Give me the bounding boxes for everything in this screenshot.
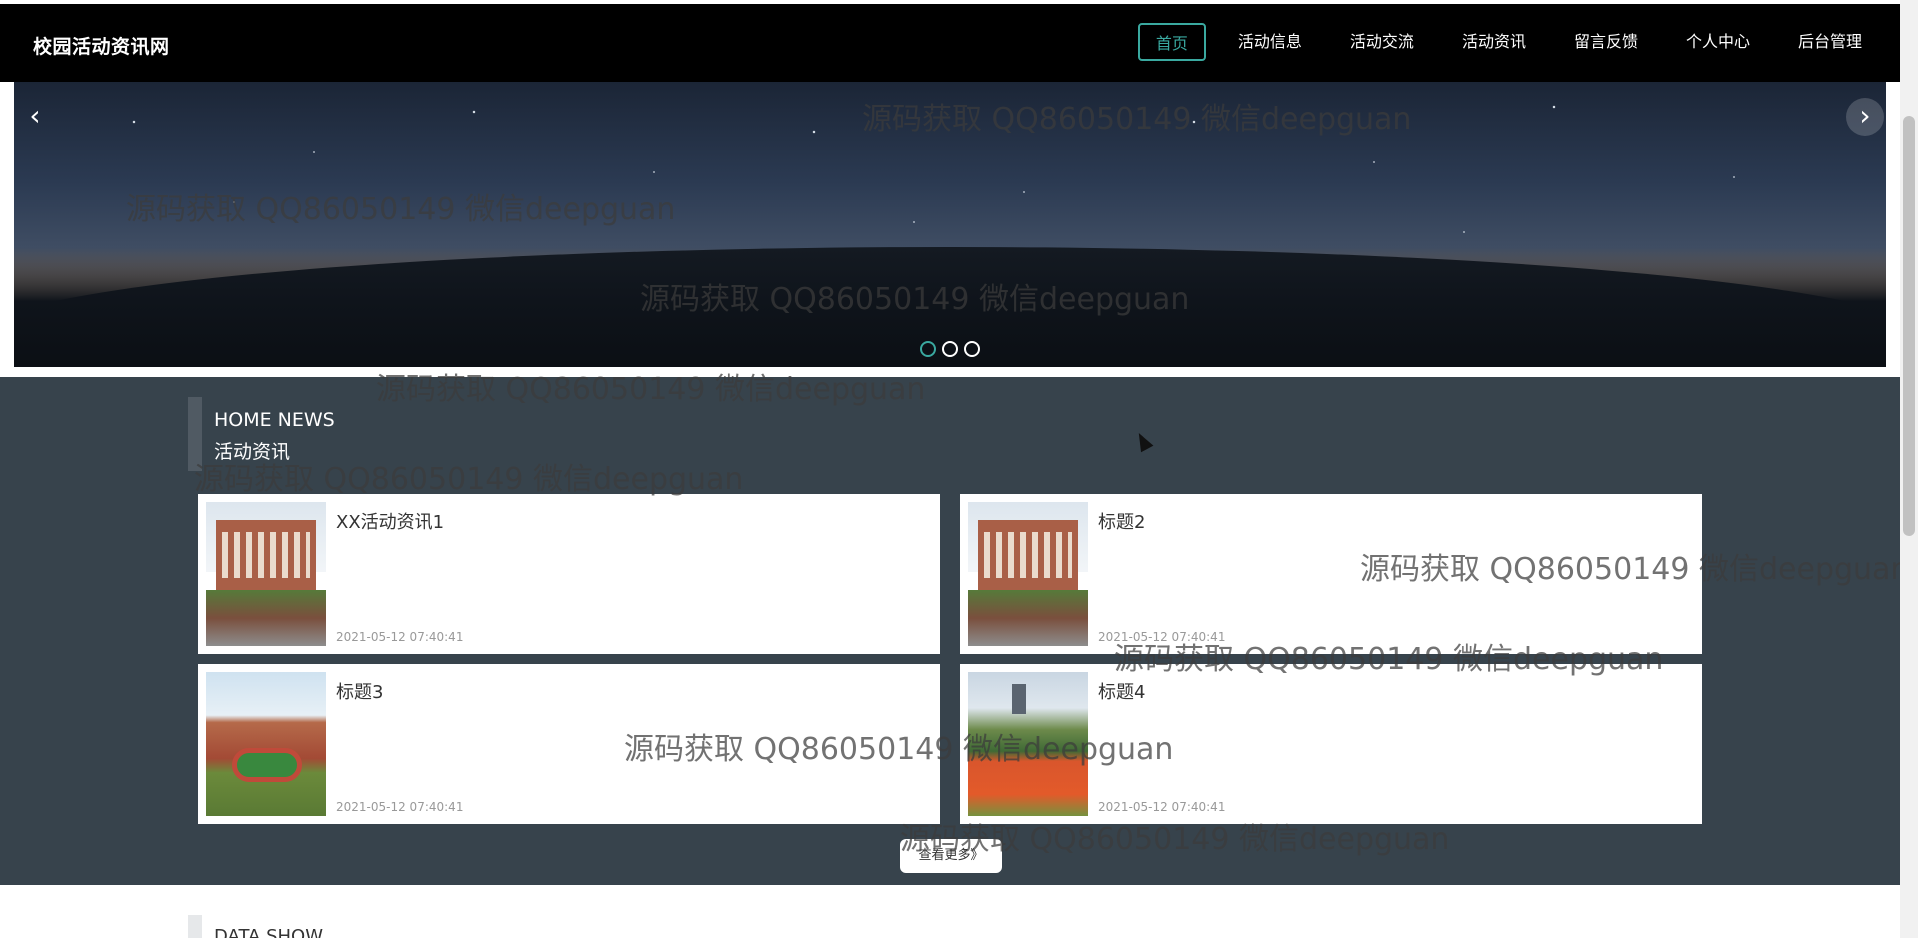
page: 校园活动资讯网 首页 活动信息 活动交流 活动资讯 留言反馈 个人中心 后台管理… xyxy=(0,0,1900,938)
news-title[interactable]: 标题3 xyxy=(336,678,383,704)
news-date: 2021-05-12 07:40:41 xyxy=(1098,800,1226,814)
news-card[interactable]: 标题3 2021-05-12 07:40:41 xyxy=(198,664,940,824)
news-title[interactable]: 标题4 xyxy=(1098,678,1145,704)
nav-item-activity-exchange[interactable]: 活动交流 xyxy=(1326,23,1438,61)
carousel-dots xyxy=(920,341,980,357)
top-navbar: 校园活动资讯网 首页 活动信息 活动交流 活动资讯 留言反馈 个人中心 后台管理 xyxy=(0,4,1900,82)
news-date: 2021-05-12 07:40:41 xyxy=(336,630,464,644)
news-card[interactable]: XX活动资讯1 2021-05-12 07:40:41 xyxy=(198,494,940,654)
news-date: 2021-05-12 07:40:41 xyxy=(1098,630,1226,644)
news-thumbnail-school-field[interactable] xyxy=(206,672,326,816)
carousel-dot-2[interactable] xyxy=(942,341,958,357)
section-heading-cn: 活动资讯 xyxy=(214,441,291,463)
page-scrollbar[interactable] xyxy=(1900,0,1918,938)
data-show-accent-bar xyxy=(188,915,202,938)
chevron-left-icon[interactable]: ‹ xyxy=(16,98,54,136)
nav-item-activity-news[interactable]: 活动资讯 xyxy=(1438,23,1550,61)
nav-item-profile[interactable]: 个人中心 xyxy=(1662,23,1774,61)
carousel-dot-3[interactable] xyxy=(964,341,980,357)
news-thumbnail-campus[interactable] xyxy=(968,502,1088,646)
news-thumbnail-campus[interactable] xyxy=(206,502,326,646)
news-card[interactable]: 标题4 2021-05-12 07:40:41 xyxy=(960,664,1702,824)
banner-carousel: ‹ › xyxy=(14,82,1886,367)
news-thumbnail-running-track[interactable] xyxy=(968,672,1088,816)
carousel-dot-1[interactable] xyxy=(920,341,936,357)
data-show-heading: DATA SHOW xyxy=(214,926,324,938)
chevron-right-icon[interactable]: › xyxy=(1846,98,1884,136)
nav-item-activity-info[interactable]: 活动信息 xyxy=(1214,23,1326,61)
section-heading-en: HOME NEWS xyxy=(214,409,335,431)
news-title[interactable]: XX活动资讯1 xyxy=(336,508,444,534)
news-date: 2021-05-12 07:40:41 xyxy=(336,800,464,814)
main-nav: 首页 活动信息 活动交流 活动资讯 留言反馈 个人中心 后台管理 xyxy=(1137,23,1886,61)
section-accent-bar xyxy=(188,397,202,471)
news-card[interactable]: 标题2 2021-05-12 07:40:41 xyxy=(960,494,1702,654)
scrollbar-thumb[interactable] xyxy=(1903,116,1915,536)
site-title[interactable]: 校园活动资讯网 xyxy=(33,32,170,59)
nav-item-feedback[interactable]: 留言反馈 xyxy=(1550,23,1662,61)
nav-item-admin[interactable]: 后台管理 xyxy=(1774,23,1886,61)
news-title[interactable]: 标题2 xyxy=(1098,508,1145,534)
home-news-section: HOME NEWS 活动资讯 XX活动资讯1 2021-05-12 07:40:… xyxy=(0,377,1900,885)
view-more-button[interactable]: 查看更多》 xyxy=(900,839,1002,873)
nav-item-home[interactable]: 首页 xyxy=(1137,23,1206,61)
